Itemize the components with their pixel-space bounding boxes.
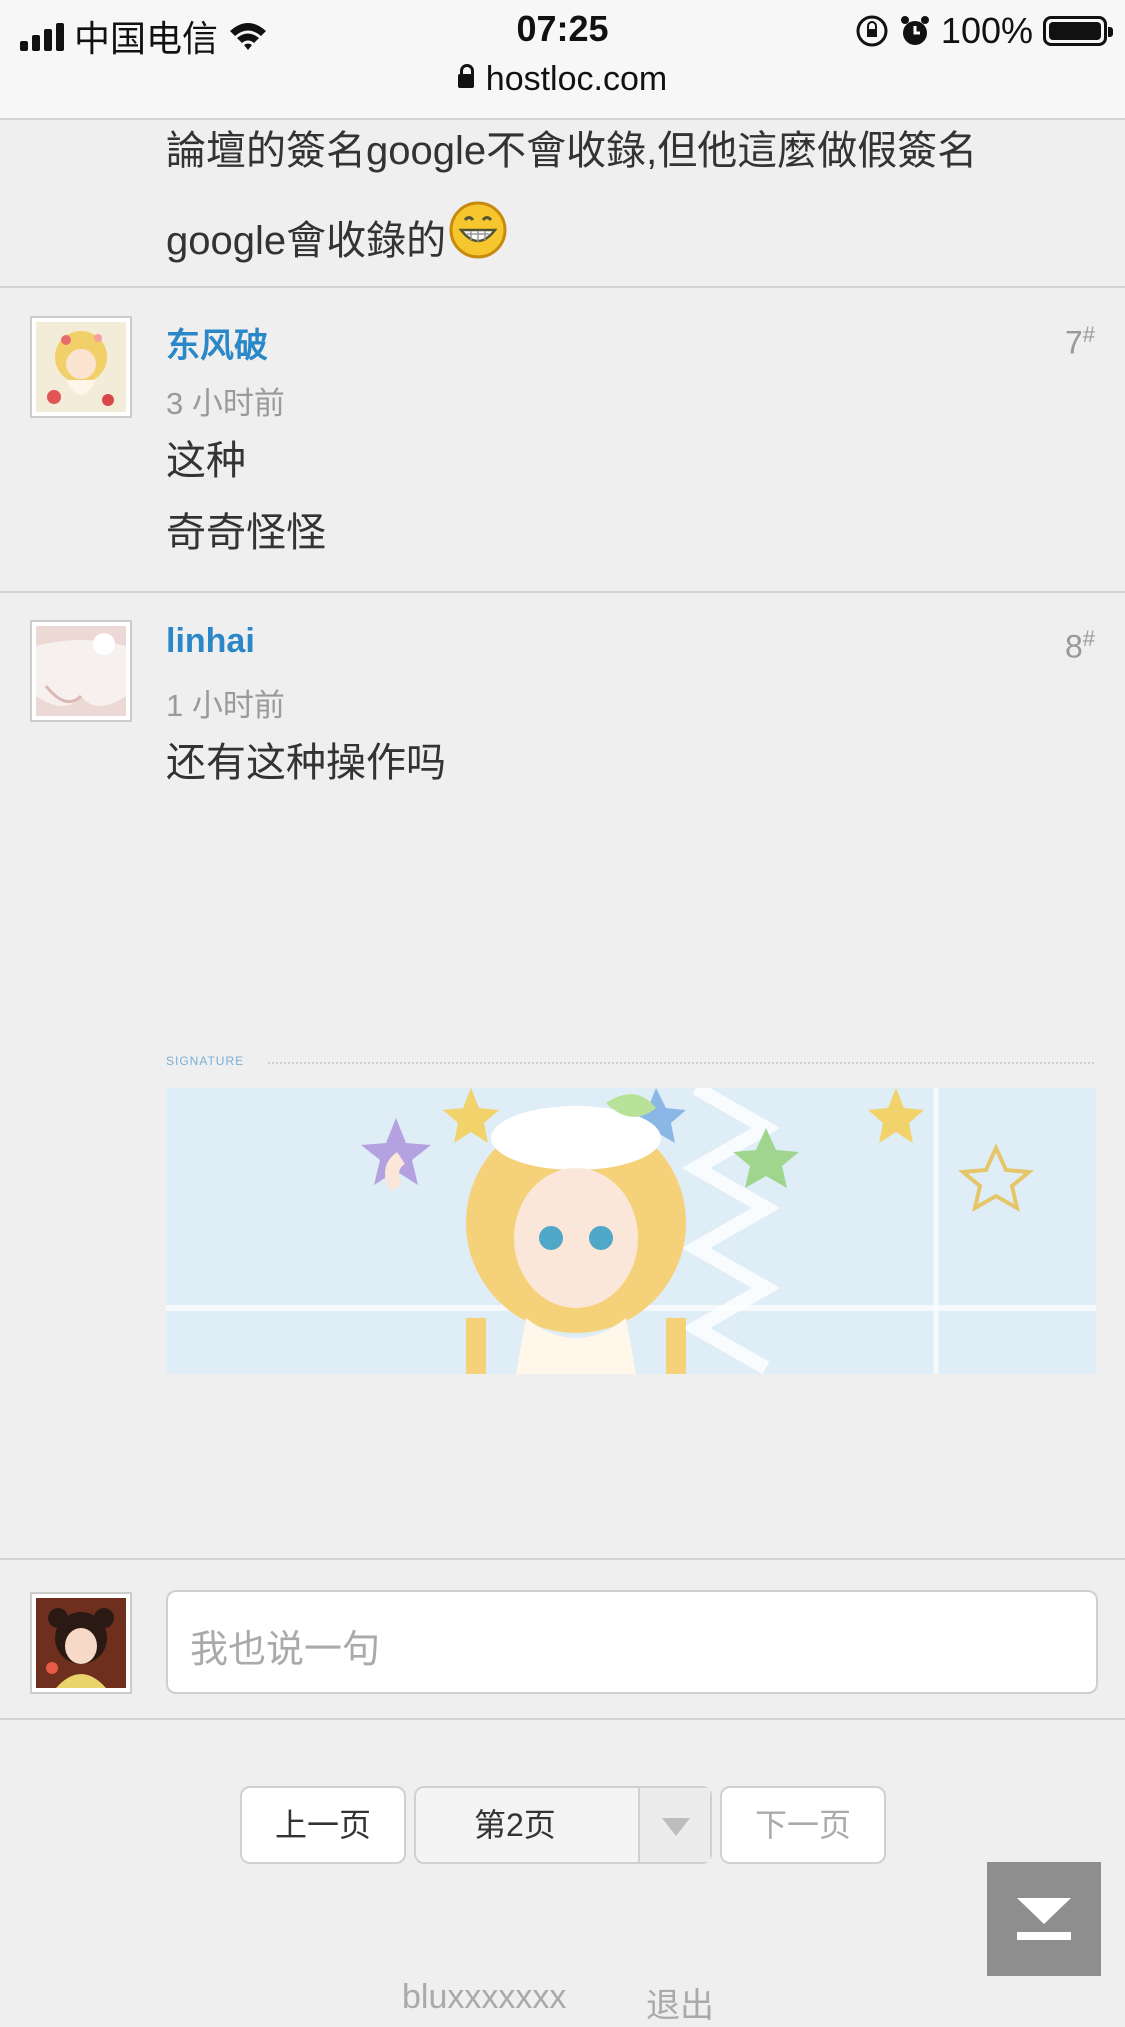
battery-icon bbox=[1043, 16, 1113, 46]
arrow-down-icon bbox=[1017, 1898, 1071, 1940]
reply-input[interactable]: 我也说一句 bbox=[166, 1590, 1098, 1694]
post-username[interactable]: 东风破 bbox=[166, 318, 268, 367]
signature-image bbox=[166, 1088, 1096, 1374]
status-bar: 中国电信 07:25 100% hostloc.com bbox=[0, 0, 1125, 120]
battery-percent: 100% bbox=[940, 10, 1033, 51]
signature-label: SIGNATURE bbox=[166, 1054, 245, 1068]
post-divider bbox=[0, 286, 1125, 288]
current-user-avatar bbox=[30, 1592, 132, 1694]
next-page-button[interactable]: 下一页 bbox=[720, 1786, 886, 1864]
post-content: 还有这种操作吗 bbox=[166, 741, 446, 785]
post-username[interactable]: linhai bbox=[166, 622, 255, 661]
post-floor-number: 7# bbox=[1064, 322, 1095, 361]
post-time: 1 小时前 bbox=[166, 688, 285, 723]
post-time: 3 小时前 bbox=[166, 386, 285, 421]
address-bar[interactable]: hostloc.com bbox=[0, 60, 1125, 99]
prev-post-line: google會收錄的 bbox=[166, 200, 508, 270]
page-select[interactable]: 第2页 bbox=[414, 1786, 712, 1864]
avatar-image bbox=[36, 322, 126, 412]
post-content: 奇奇怪怪 bbox=[166, 511, 326, 555]
lock-icon bbox=[457, 64, 474, 88]
scroll-to-bottom-button[interactable] bbox=[987, 1862, 1101, 1976]
rotation-lock-icon bbox=[856, 15, 888, 47]
chevron-down-icon bbox=[638, 1788, 710, 1862]
prev-post-line: 論壇的簽名google不會收錄,但他這麼做假簽名 bbox=[166, 129, 978, 173]
footer-username[interactable]: bluxxxxxxx bbox=[402, 1978, 566, 2017]
alarm-icon bbox=[900, 16, 929, 45]
grin-emoji-icon bbox=[449, 201, 507, 259]
post-divider bbox=[0, 1558, 1125, 1560]
signature-divider bbox=[268, 1062, 1094, 1064]
avatar[interactable] bbox=[30, 620, 132, 722]
avatar-image bbox=[36, 1598, 126, 1688]
avatar-image bbox=[36, 626, 126, 716]
logout-link[interactable]: 退出 bbox=[646, 1978, 714, 2027]
post-floor-number: 8# bbox=[1064, 626, 1095, 665]
status-right: 100% bbox=[855, 10, 1113, 52]
post-divider bbox=[0, 591, 1125, 593]
post-content: 这种 bbox=[166, 439, 246, 483]
reply-divider bbox=[0, 1718, 1125, 1720]
prev-page-button[interactable]: 上一页 bbox=[240, 1786, 406, 1864]
page-select-value: 第2页 bbox=[474, 1807, 556, 1843]
url-text: hostloc.com bbox=[485, 60, 668, 98]
avatar[interactable] bbox=[30, 316, 132, 418]
